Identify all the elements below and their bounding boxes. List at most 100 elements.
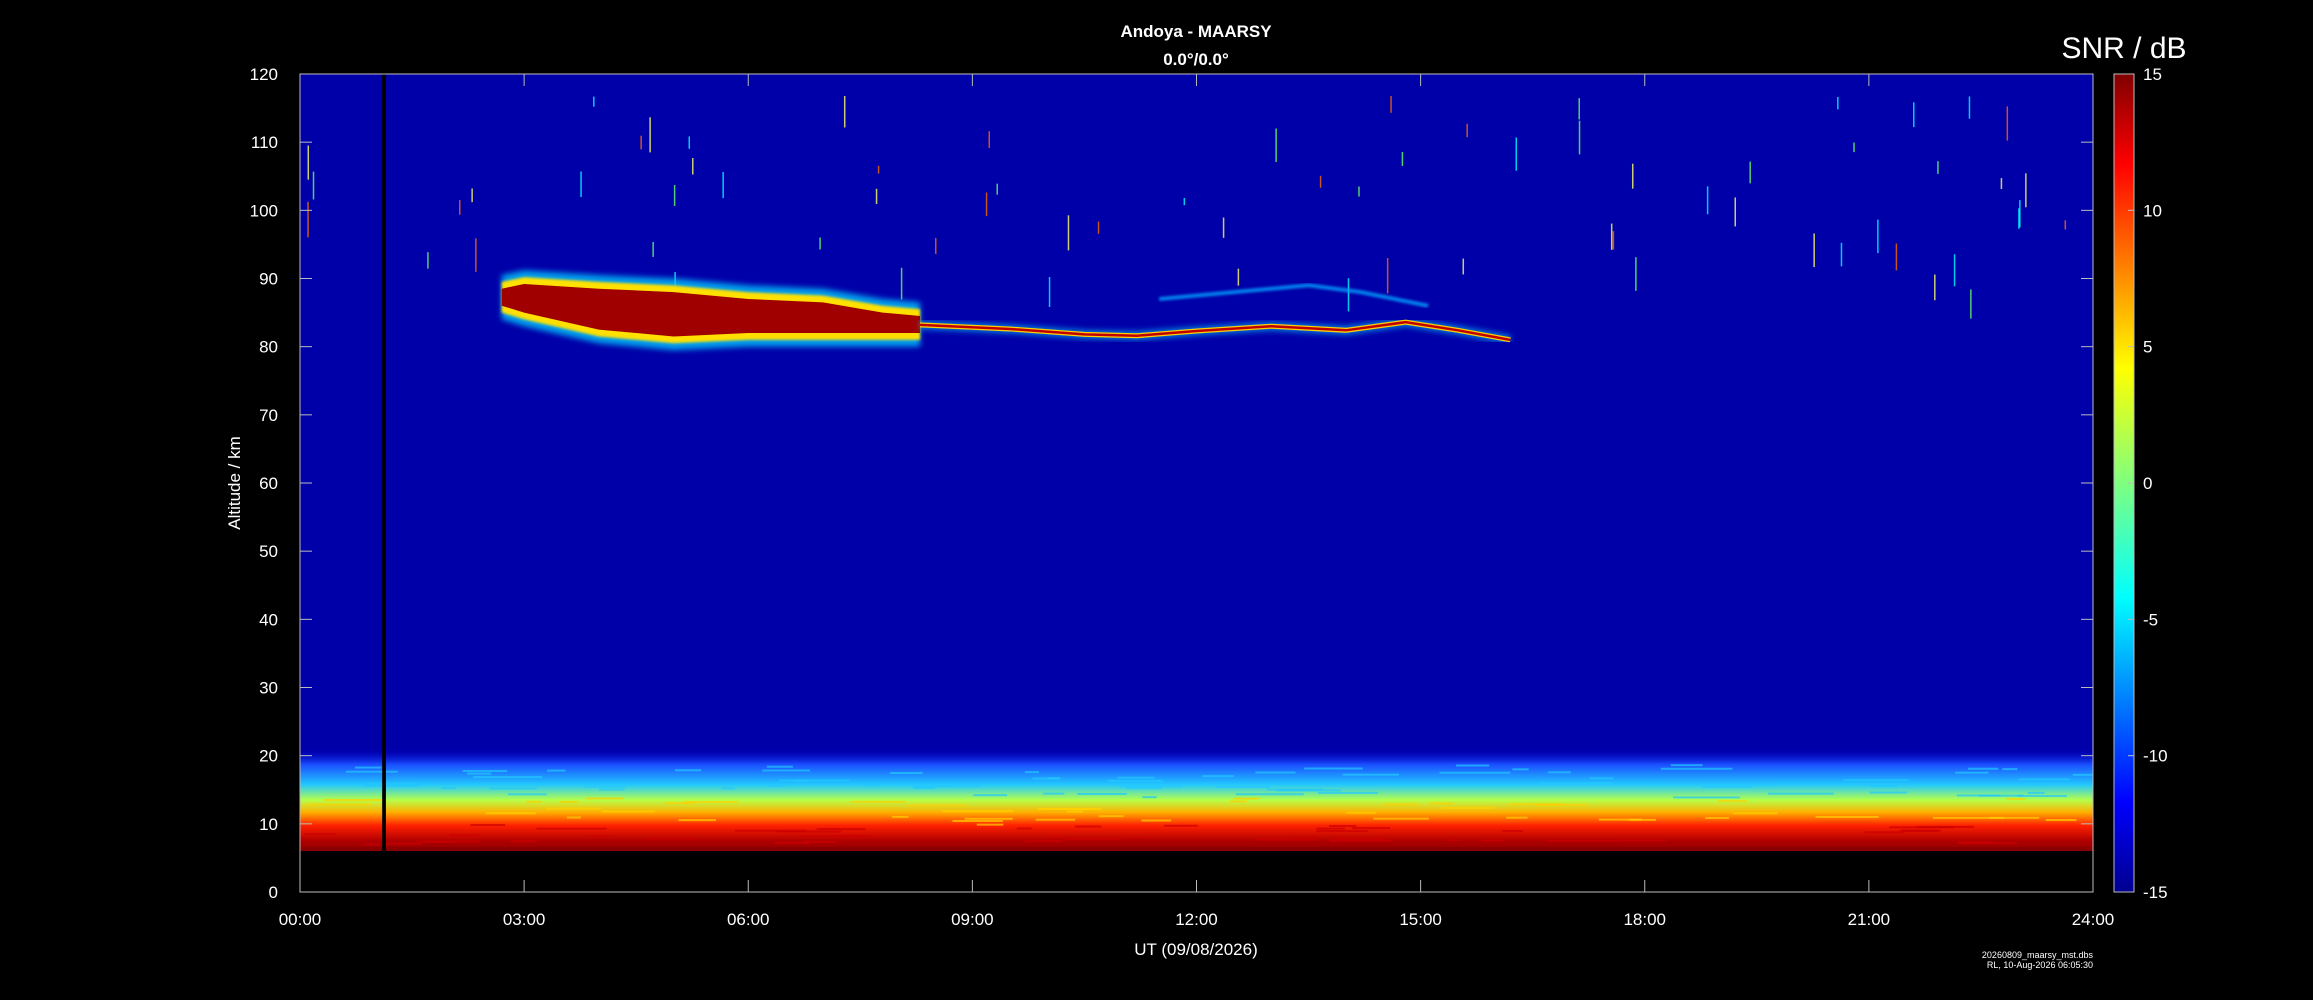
tropospheric-echo-streak: [890, 772, 923, 775]
colorbar-tick-label: 15: [2143, 65, 2162, 84]
tropospheric-echo-streak: [546, 769, 566, 772]
x-tick-label: 09:00: [951, 910, 994, 929]
tropospheric-echo-streak: [305, 803, 372, 806]
tropospheric-echo-streak: [441, 787, 456, 790]
sporadic-echo: [722, 172, 724, 199]
tropospheric-echo-streak: [766, 765, 793, 768]
x-tick-label: 06:00: [727, 910, 770, 929]
sporadic-echo: [1462, 258, 1465, 275]
sporadic-echo: [1635, 257, 1637, 291]
sporadic-echo: [1610, 223, 1613, 250]
y-tick-label: 60: [259, 474, 278, 493]
tropospheric-echo-streak: [2006, 798, 2026, 801]
tropospheric-echo-streak: [1064, 837, 1122, 840]
tropospheric-echo-streak: [1535, 803, 1588, 806]
tropospheric-echo-streak: [462, 770, 508, 773]
sporadic-echo: [934, 238, 937, 254]
tropospheric-echo-streak: [1989, 816, 2040, 819]
footnote-timestamp: RL, 10-Aug-2026 06:05:30: [1987, 960, 2093, 970]
tropospheric-echo-streak: [643, 837, 701, 840]
tropospheric-echo-streak: [892, 815, 909, 818]
sporadic-echo: [1237, 268, 1240, 286]
tropospheric-echo-streak: [2019, 778, 2070, 781]
y-axis-label: Altitude / km: [225, 436, 244, 530]
sporadic-echo: [640, 135, 642, 150]
sporadic-echo: [1968, 96, 1971, 119]
tropospheric-echo-streak: [1733, 812, 1778, 815]
tropospheric-echo-streak: [1673, 796, 1740, 799]
tropospheric-echo-streak: [560, 800, 579, 803]
y-tick-label: 30: [259, 679, 278, 698]
tropospheric-echo-streak: [908, 804, 967, 807]
tropospheric-echo-streak: [1618, 839, 1667, 842]
y-tick-label: 50: [259, 542, 278, 561]
tropospheric-echo-streak: [1660, 767, 1733, 770]
tropospheric-echo-streak: [566, 816, 582, 819]
tropospheric-echo-streak: [1589, 777, 1614, 780]
tropospheric-echo-streak: [1717, 799, 1747, 802]
tropospheric-echo-streak: [1955, 771, 1989, 774]
tropospheric-echo-streak: [1541, 782, 1613, 785]
tropospheric-echo-streak: [1346, 811, 1376, 814]
sporadic-echo: [2000, 178, 2003, 190]
tropospheric-echo-streak: [1957, 841, 1994, 844]
tropospheric-echo-streak: [1202, 775, 1234, 778]
tropospheric-echo-streak: [585, 835, 613, 838]
x-tick-label: 12:00: [1175, 910, 1218, 929]
tropospheric-echo-streak: [1024, 771, 1039, 774]
sporadic-echo: [1631, 163, 1634, 189]
tropospheric-echo-streak: [735, 829, 807, 832]
tropospheric-echo-streak: [1705, 817, 1730, 820]
tropospheric-echo-streak: [470, 824, 506, 827]
sporadic-echo: [877, 165, 880, 174]
sporadic-echo: [1953, 254, 1956, 287]
tropospheric-echo-streak: [942, 810, 1014, 813]
sporadic-echo: [1970, 289, 1972, 319]
sporadic-echo: [2006, 106, 2009, 141]
tropospheric-echo-streak: [1233, 797, 1260, 800]
x-tick-label: 03:00: [503, 910, 546, 929]
tropospheric-echo-streak: [1254, 838, 1317, 841]
tropospheric-echo-streak: [1025, 840, 1062, 843]
sporadic-echo: [2018, 208, 2020, 229]
sporadic-echo: [1578, 120, 1581, 155]
tropospheric-echo-streak: [485, 812, 536, 815]
sporadic-echo: [312, 171, 315, 200]
sporadic-echo: [1347, 278, 1350, 312]
footnote-file: 20260809_maarsy_mst.dbs: [1982, 950, 2094, 960]
tropospheric-echo-streak: [1107, 779, 1163, 782]
tropospheric-echo-streak: [1047, 777, 1060, 780]
tropospheric-echo-streak: [489, 787, 537, 790]
sporadic-echo: [307, 145, 310, 180]
sporadic-echo: [1895, 243, 1898, 271]
tropospheric-echo-streak: [585, 785, 626, 788]
sporadic-echo: [996, 183, 998, 195]
sporadic-echo: [1578, 98, 1580, 120]
tropospheric-echo-streak: [1235, 793, 1304, 796]
sporadic-echo: [1222, 217, 1225, 238]
tropospheric-echo-streak: [1768, 792, 1834, 795]
tropospheric-echo-streak: [1293, 836, 1315, 839]
x-tick-label: 18:00: [1623, 910, 1666, 929]
sporadic-echo: [1877, 219, 1879, 254]
tropospheric-echo-streak: [526, 800, 542, 803]
sporadic-echo: [475, 238, 477, 272]
tropospheric-echo-streak: [1870, 785, 1898, 788]
x-tick-label: 24:00: [2072, 910, 2115, 929]
tropospheric-echo-streak: [794, 779, 809, 782]
tropospheric-echo-streak: [1843, 779, 1909, 782]
tropospheric-echo-streak: [536, 827, 607, 830]
tropospheric-echo-streak: [1342, 773, 1399, 776]
tropospheric-echo-streak: [1916, 825, 1975, 828]
tropospheric-echo-streak: [2017, 794, 2068, 797]
plot-area: [300, 74, 2093, 892]
tropospheric-echo-streak: [850, 800, 906, 803]
tropospheric-echo-streak: [952, 819, 1003, 822]
sporadic-echo: [652, 241, 654, 257]
tropospheric-echo-streak: [1869, 791, 1908, 794]
tropospheric-echo-streak: [1329, 825, 1357, 828]
tropospheric-echo-streak: [674, 769, 702, 772]
sporadic-echo: [875, 188, 878, 204]
sporadic-echo: [1390, 96, 1392, 113]
tropospheric-echo-streak: [1547, 771, 1571, 774]
